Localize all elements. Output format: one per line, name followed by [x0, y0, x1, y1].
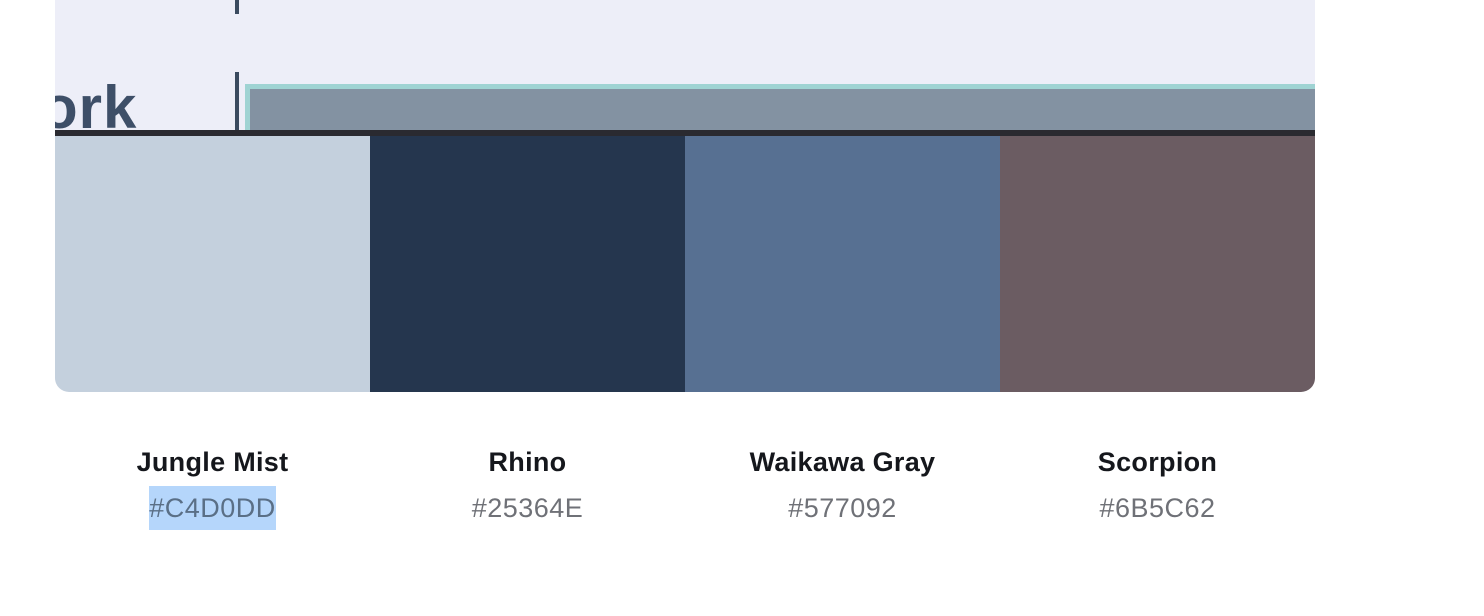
color-name: Rhino	[488, 447, 567, 477]
text-cursor	[235, 72, 239, 132]
color-hex-code[interactable]: #577092	[788, 486, 897, 530]
color-label-waikawa-gray: Waikawa Gray #577092	[685, 444, 1000, 530]
preview-input-bar	[245, 84, 1315, 132]
color-name: Waikawa Gray	[749, 447, 936, 477]
color-name: Jungle Mist	[136, 447, 289, 477]
swatch-waikawa-gray[interactable]	[685, 136, 1000, 392]
color-labels: Jungle Mist #C4D0DD Rhino #25364E Waikaw…	[55, 444, 1315, 530]
color-label-scorpion: Scorpion #6B5C62	[1000, 444, 1315, 530]
palette-page: ork Jungle Mist #C4D0DD Rhino #25364E Wa…	[0, 0, 1484, 616]
color-hex-code[interactable]: #25364E	[472, 486, 584, 530]
image-preview: ork	[55, 0, 1315, 132]
color-label-jungle-mist: Jungle Mist #C4D0DD	[55, 444, 370, 530]
swatch-scorpion[interactable]	[1000, 136, 1315, 392]
color-swatch-strip	[55, 136, 1315, 392]
color-name: Scorpion	[1097, 447, 1218, 477]
color-hex-code[interactable]: #6B5C62	[1099, 486, 1215, 530]
color-hex-code[interactable]: #C4D0DD	[149, 486, 276, 530]
swatch-jungle-mist[interactable]	[55, 136, 370, 392]
color-label-rhino: Rhino #25364E	[370, 444, 685, 530]
swatch-rhino[interactable]	[370, 136, 685, 392]
text-cursor-top	[235, 0, 239, 14]
preview-word-fragment: ork	[55, 74, 138, 133]
